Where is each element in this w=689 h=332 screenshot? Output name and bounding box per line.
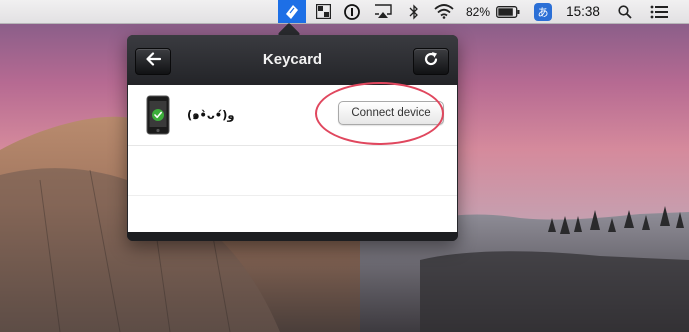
bluetooth-item[interactable] — [404, 0, 424, 23]
device-list: (๑•̀ᴗ•́)و Connect device — [128, 85, 457, 232]
device-name: (๑•̀ᴗ•́)و — [187, 108, 235, 122]
notification-center-item[interactable] — [646, 0, 672, 23]
input-method-icon: あ — [534, 2, 552, 21]
airplay-icon — [374, 4, 392, 19]
menu-bar: 82% あ 15:38 — [0, 0, 689, 24]
keycard-popover: Keycard (๑•̀ᴗ•́)و Connect device — [127, 35, 458, 241]
input-method-item[interactable]: あ — [532, 0, 554, 23]
refresh-button[interactable] — [413, 48, 449, 75]
keycard-menubar-item[interactable] — [278, 0, 306, 23]
menubar-clock[interactable]: 15:38 — [560, 0, 606, 23]
check-icon — [152, 109, 164, 121]
bluetooth-icon — [409, 3, 419, 20]
window-manager-icon — [315, 4, 331, 19]
keycard-app-icon — [285, 4, 299, 20]
popover-footer — [127, 232, 458, 241]
battery-percent[interactable]: 82% — [462, 0, 494, 23]
notification-center-icon — [650, 5, 668, 19]
airplay-item[interactable] — [370, 0, 396, 23]
popover-title: Keycard — [262, 51, 323, 68]
iphone-icon — [146, 95, 170, 140]
battery-icon — [496, 5, 520, 18]
list-divider — [128, 195, 457, 196]
popover-header: Keycard — [127, 35, 458, 85]
onepassword-icon — [344, 3, 360, 20]
back-arrow-icon — [145, 52, 162, 71]
refresh-icon — [423, 51, 439, 72]
device-row: (๑•̀ᴗ•́)و Connect device — [128, 85, 457, 146]
window-manager-item[interactable] — [312, 0, 334, 23]
battery-item[interactable] — [495, 0, 521, 23]
spotlight-search-icon — [618, 4, 632, 19]
spotlight-item[interactable] — [614, 0, 636, 23]
connect-device-button[interactable]: Connect device — [338, 101, 444, 125]
wifi-item[interactable] — [432, 0, 456, 23]
onepassword-item[interactable] — [341, 0, 363, 23]
back-button[interactable] — [135, 48, 171, 75]
wifi-icon — [434, 4, 454, 19]
